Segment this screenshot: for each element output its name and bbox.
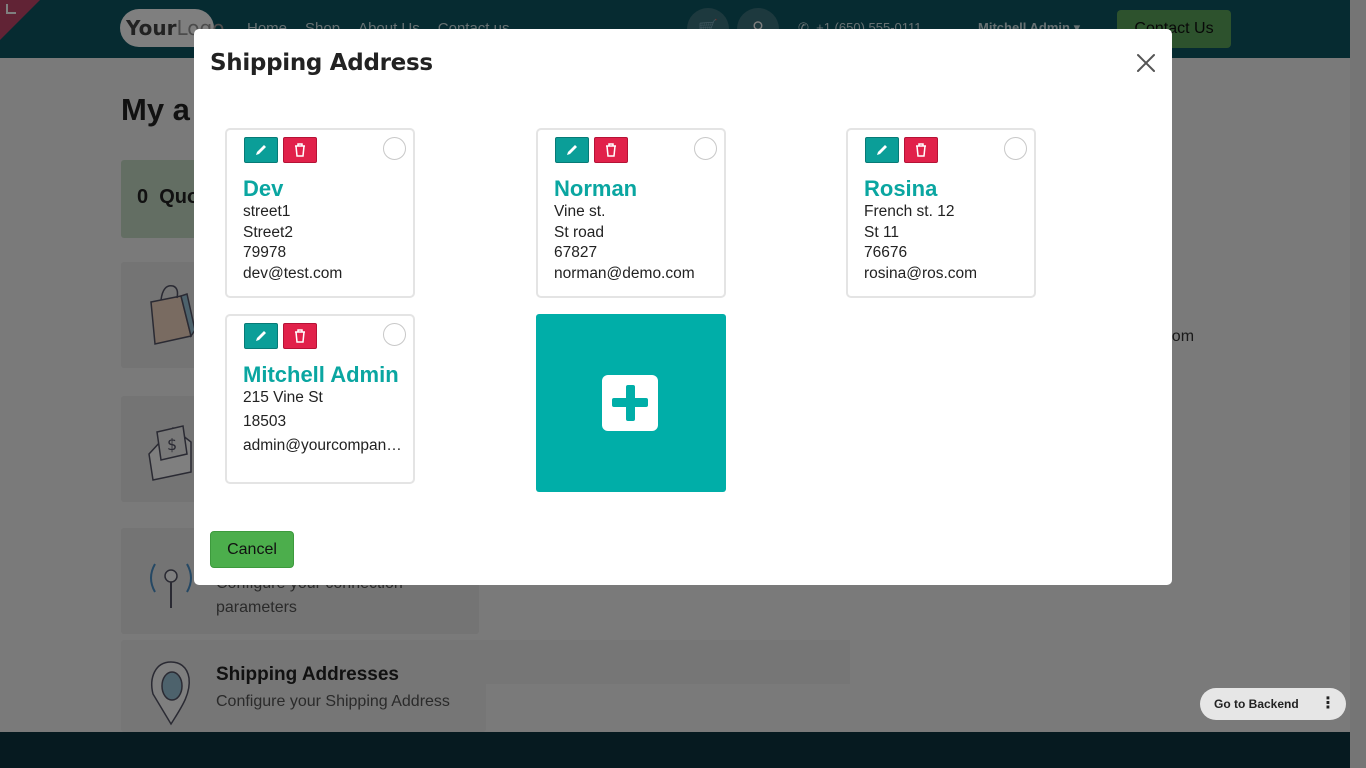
address-select-radio[interactable]	[1004, 137, 1027, 160]
edit-address-button[interactable]	[865, 137, 899, 163]
address-line: Vine st.	[554, 203, 606, 220]
address-card[interactable]: Rosina French st. 12 St 11 76676 rosina@…	[846, 128, 1036, 298]
address-line: St road	[554, 223, 604, 241]
address-line: Street2	[243, 223, 293, 241]
address-lines: Vine st. St road 67827 norman@demo.com	[554, 202, 714, 284]
address-card[interactable]: Mitchell Admin 215 Vine St 18503 admin@y…	[225, 314, 415, 484]
address-lines: French st. 12 St 11 76676 rosina@ros.com	[864, 202, 1024, 284]
address-name: Dev	[243, 176, 284, 201]
delete-address-button[interactable]	[904, 137, 938, 163]
edit-address-button[interactable]	[244, 137, 278, 163]
delete-address-button[interactable]	[594, 137, 628, 163]
address-line: 79978	[243, 244, 287, 261]
more-vertical-icon[interactable]: ⋮	[1320, 688, 1336, 720]
address-name: Rosina	[864, 176, 938, 201]
add-address-button[interactable]	[536, 314, 726, 492]
address-email: norman@demo.com	[554, 264, 695, 282]
trash-icon	[916, 143, 926, 157]
trash-icon	[295, 143, 305, 157]
backend-label: Go to Backend	[1214, 697, 1299, 711]
address-lines: street1 Street2 79978 dev@test.com	[243, 202, 403, 284]
address-line: 18503	[243, 413, 287, 430]
address-name: Mitchell Admin	[243, 362, 399, 387]
address-card[interactable]: Dev street1 Street2 79978 dev@test.com	[225, 128, 415, 298]
close-icon[interactable]	[1134, 51, 1158, 75]
address-select-radio[interactable]	[383, 137, 406, 160]
address-email: rosina@ros.com	[864, 264, 978, 282]
trash-icon	[606, 143, 616, 157]
address-line: St 11	[864, 223, 900, 241]
address-lines: 215 Vine St 18503 admin@yourcompany.exam…	[243, 386, 403, 458]
address-line: 76676	[864, 244, 908, 261]
edit-address-button[interactable]	[555, 137, 589, 163]
plus-square-icon	[602, 375, 658, 431]
shipping-address-modal: Shipping Address Dev street1 Street2 799…	[194, 29, 1172, 585]
pencil-icon	[256, 331, 266, 341]
address-name: Norman	[554, 176, 638, 201]
address-line: 67827	[554, 244, 598, 261]
pencil-icon	[877, 145, 887, 155]
delete-address-button[interactable]	[283, 323, 317, 349]
modal-title: Shipping Address	[210, 50, 433, 76]
cancel-button[interactable]: Cancel	[210, 531, 294, 568]
address-line: street1	[243, 203, 291, 220]
address-email: admin@yourcompany.example.com	[243, 437, 403, 454]
pencil-icon	[567, 145, 577, 155]
trash-icon	[295, 329, 305, 343]
edit-address-button[interactable]	[244, 323, 278, 349]
address-select-radio[interactable]	[694, 137, 717, 160]
delete-address-button[interactable]	[283, 137, 317, 163]
address-email: dev@test.com	[243, 264, 343, 282]
address-line: 215 Vine St	[243, 389, 323, 406]
address-select-radio[interactable]	[383, 323, 406, 346]
pencil-icon	[256, 145, 266, 155]
go-to-backend-button[interactable]: Go to Backend ⋮	[1200, 688, 1346, 720]
address-line: French st. 12	[864, 203, 955, 220]
address-card[interactable]: Norman Vine st. St road 67827 norman@dem…	[536, 128, 726, 298]
